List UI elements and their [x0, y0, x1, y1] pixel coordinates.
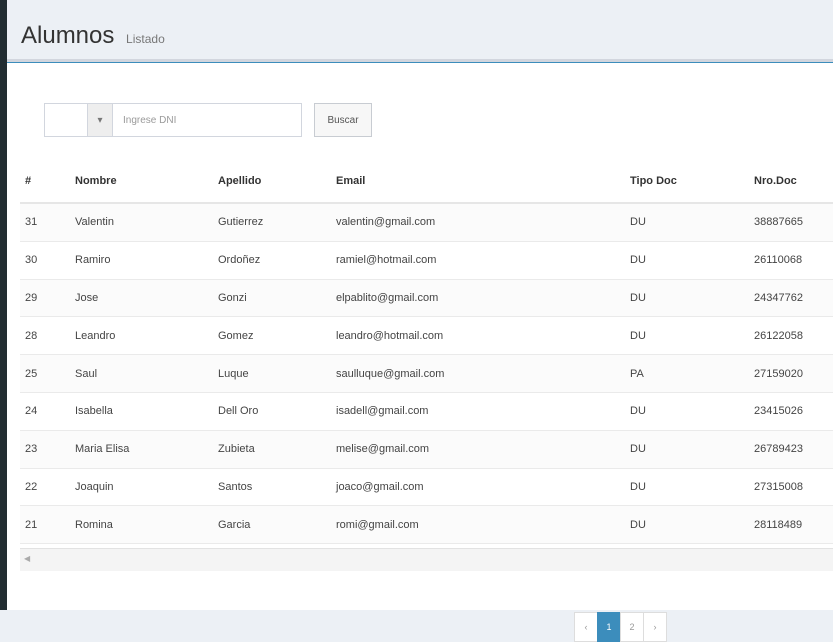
page-title-text: Alumnos: [21, 22, 115, 49]
table-row[interactable]: 25 Saul Luque saulluque@gmail.com PA 27159020: [20, 354, 833, 393]
cell-apellido: Gomez: [218, 316, 336, 355]
table-row[interactable]: 28 Leandro Gomez leandro@hotmail.com DU 26122…: [20, 316, 833, 355]
pagination-page-1[interactable]: 1: [597, 612, 621, 642]
cell-email: saulluque@gmail.com: [336, 354, 630, 393]
cell-nro-doc: 26789423: [754, 429, 833, 469]
cell-email: elpablito@gmail.com: [336, 278, 630, 317]
cell-tipo-doc: DU: [630, 505, 754, 544]
cell-apellido: Dell Oro: [218, 391, 336, 431]
table-row[interactable]: 30 Ramiro Ordoñez ramiel@hotmail.com DU 26110…: [20, 240, 833, 280]
students-table: # Nombre Apellido Email Tipo Doc Nro.Doc…: [20, 160, 833, 581]
cell-nombre: Joaquin: [75, 467, 218, 506]
cell-apellido: Santos: [218, 467, 336, 506]
cell-email: isadell@gmail.com: [336, 391, 630, 431]
column-header-tipo-doc[interactable]: Tipo Doc: [630, 160, 754, 204]
chevron-down-icon[interactable]: ▾: [87, 103, 113, 137]
table-body: 31 Valentin Gutierrez valentin@gmail.com DU 3…: [20, 202, 833, 581]
cell-nro-doc: 26122058: [754, 316, 833, 355]
sidebar-edge: [0, 0, 7, 610]
cell-email: melise@gmail.com: [336, 429, 630, 469]
column-header-nro-doc[interactable]: Nro.Doc: [754, 160, 833, 204]
cell-tipo-doc: PA: [630, 354, 754, 393]
cell-email: ramiel@hotmail.com: [336, 240, 630, 280]
cell-nombre: Isabella: [75, 391, 218, 431]
search-button[interactable]: Buscar: [314, 103, 372, 137]
table-row[interactable]: 23 Maria Elisa Zubieta melise@gmail.com DU 26…: [20, 429, 833, 469]
cell-tipo-doc: DU: [630, 467, 754, 506]
cell-apellido: Garcia: [218, 505, 336, 544]
cell-nro-doc: 26110068: [754, 240, 833, 280]
table-row[interactable]: 24 Isabella Dell Oro isadell@gmail.com DU 234…: [20, 391, 833, 431]
page-subtitle: Listado: [126, 32, 165, 46]
list-box: ▾ Buscar # Nombre Apellido Email Tipo Do…: [7, 59, 833, 642]
cell-number: 21: [20, 505, 75, 544]
cell-number: 29: [20, 278, 75, 317]
cell-nombre: Ramiro: [75, 240, 218, 280]
search-type-select[interactable]: [44, 103, 87, 137]
table-row[interactable]: 21 Romina Garcia romi@gmail.com DU 28118489: [20, 505, 833, 544]
cell-nombre: Saul: [75, 354, 218, 393]
cell-tipo-doc: DU: [630, 240, 754, 280]
cell-number: 24: [20, 391, 75, 431]
column-header-nombre[interactable]: Nombre: [75, 160, 218, 204]
pagination-page-2[interactable]: 2: [620, 612, 644, 642]
cell-apellido: Ordoñez: [218, 240, 336, 280]
search-bar: ▾ Buscar: [44, 103, 372, 137]
cell-tipo-doc: DU: [630, 316, 754, 355]
cell-email: leandro@hotmail.com: [336, 316, 630, 355]
cell-nro-doc: 24347762: [754, 278, 833, 317]
cell-tipo-doc: DU: [630, 202, 754, 242]
scroll-left-icon[interactable]: ◀: [24, 554, 30, 563]
cell-nro-doc: 27159020: [754, 354, 833, 393]
cell-nro-doc: 28118489: [754, 505, 833, 544]
pagination-prev-button[interactable]: ‹: [574, 612, 598, 642]
column-header-apellido[interactable]: Apellido: [218, 160, 336, 204]
table-row[interactable]: 31 Valentin Gutierrez valentin@gmail.com DU 3…: [20, 202, 833, 242]
cell-nombre: Leandro: [75, 316, 218, 355]
cell-tipo-doc: DU: [630, 278, 754, 317]
box-body: ▾ Buscar # Nombre Apellido Email Tipo Do…: [20, 62, 833, 642]
pagination: ‹ 1 2 ›: [574, 612, 667, 642]
cell-nro-doc: 27315008: [754, 467, 833, 506]
cell-nro-doc: 38887665: [754, 202, 833, 242]
cell-email: valentin@gmail.com: [336, 202, 630, 242]
table-row[interactable]: 22 Joaquin Santos joaco@gmail.com DU 27315008: [20, 467, 833, 506]
cell-nombre: Romina: [75, 505, 218, 544]
cell-number: 22: [20, 467, 75, 506]
cell-apellido: Zubieta: [218, 429, 336, 469]
cell-number: 23: [20, 429, 75, 469]
cell-nombre: Maria Elisa: [75, 429, 218, 469]
cell-email: romi@gmail.com: [336, 505, 630, 544]
search-input[interactable]: [113, 103, 302, 137]
cell-email: joaco@gmail.com: [336, 467, 630, 506]
cell-nro-doc: 23415026: [754, 391, 833, 431]
pagination-next-button[interactable]: ›: [643, 612, 667, 642]
cell-tipo-doc: DU: [630, 429, 754, 469]
cell-number: 31: [20, 202, 75, 242]
column-header-number[interactable]: #: [20, 160, 75, 204]
table-header-row: # Nombre Apellido Email Tipo Doc Nro.Doc: [20, 160, 833, 204]
cell-number: 25: [20, 354, 75, 393]
page-title: Alumnos Listado: [21, 22, 165, 50]
cell-nombre: Jose: [75, 278, 218, 317]
cell-nombre: Valentin: [75, 202, 218, 242]
cell-apellido: Gutierrez: [218, 202, 336, 242]
content-header: Alumnos Listado: [7, 0, 833, 60]
cell-apellido: Luque: [218, 354, 336, 393]
cell-number: 28: [20, 316, 75, 355]
horizontal-scrollbar[interactable]: ◀: [20, 548, 833, 571]
cell-apellido: Gonzi: [218, 278, 336, 317]
column-header-email[interactable]: Email: [336, 160, 630, 204]
cell-number: 30: [20, 240, 75, 280]
table-row[interactable]: 29 Jose Gonzi elpablito@gmail.com DU 24347762: [20, 278, 833, 317]
cell-tipo-doc: DU: [630, 391, 754, 431]
